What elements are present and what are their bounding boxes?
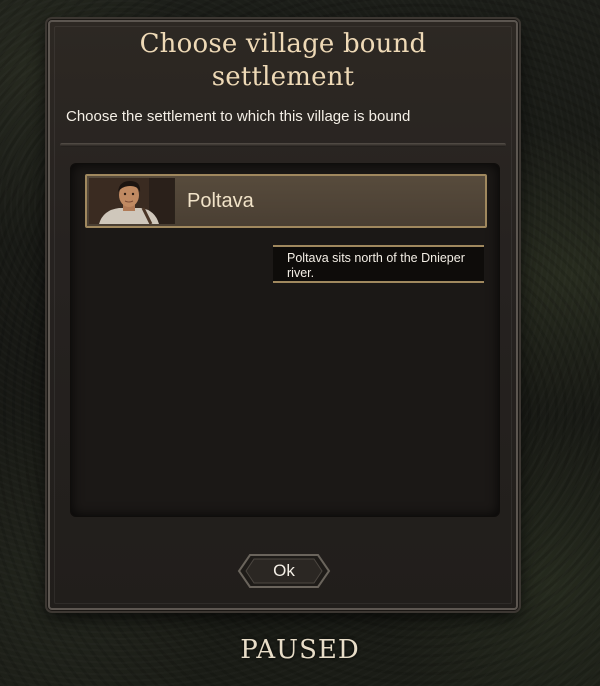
settlement-tooltip: Poltava sits north of the Dnieper river. [273, 245, 484, 283]
ok-button-label: Ok [273, 561, 295, 580]
settlement-list[interactable]: Poltava Poltava sits north of the Dniepe… [70, 163, 500, 517]
portrait-icon [89, 178, 175, 224]
ok-button[interactable]: Ok [236, 552, 332, 590]
paused-indicator: PAUSED [240, 635, 360, 665]
dialog-title: Choose village bound settlement [139, 29, 427, 92]
divider [60, 143, 506, 147]
settlement-option-label: Poltava [187, 190, 254, 212]
dialog-subtitle: Choose the settlement to which this vill… [66, 108, 411, 125]
settlement-dialog: Choose village bound settlement Choose t… [48, 20, 518, 610]
settlement-option-poltava[interactable]: Poltava [85, 174, 487, 228]
